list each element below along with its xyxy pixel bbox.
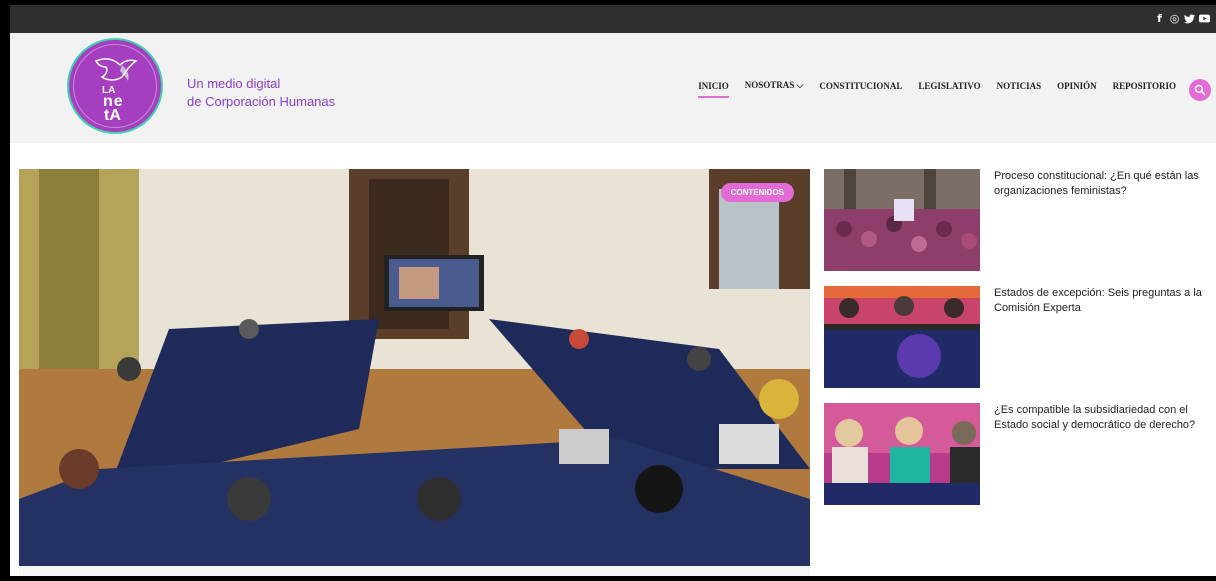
- top-bar: f ◎: [10, 5, 1216, 33]
- side-article-title[interactable]: Proceso constitucional: ¿En qué están la…: [994, 169, 1214, 199]
- site-logo[interactable]: LA ne tA: [67, 38, 163, 134]
- side-article[interactable]: Proceso constitucional: ¿En qué están la…: [824, 169, 1216, 271]
- search-button[interactable]: [1189, 79, 1211, 101]
- nav-item-constitucional[interactable]: CONSTITUCIONAL: [819, 81, 902, 91]
- tagline-line-1: Un medio digital: [187, 76, 281, 91]
- search-icon: [1194, 84, 1206, 96]
- facebook-icon[interactable]: f: [1154, 12, 1165, 25]
- side-article-title[interactable]: ¿Es compatible la subsidiariedad con el …: [994, 403, 1214, 433]
- side-article[interactable]: ¿Es compatible la subsidiariedad con el …: [824, 403, 1216, 505]
- site-header: LA ne tA Un medio digital de Corporación…: [10, 33, 1216, 143]
- side-article-thumbnail[interactable]: [824, 286, 980, 388]
- nav-item-opinion[interactable]: OPINIÓN: [1057, 81, 1097, 91]
- side-article[interactable]: Estados de excepción: Seis preguntas a l…: [824, 286, 1216, 388]
- main-nav: INICIO NOSOTRAS ⌵ CONSTITUCIONAL LEGISLA…: [682, 80, 1176, 98]
- logo-text-ta: tA: [104, 107, 121, 124]
- bird-icon: [94, 58, 138, 81]
- thumbnail-image: [824, 286, 980, 388]
- content-footer-strip: [19, 566, 810, 576]
- featured-article-image[interactable]: CONTENIDOS: [19, 169, 810, 566]
- tagline-line-2: de Corporación Humanas: [187, 94, 336, 109]
- social-links: f ◎: [1154, 12, 1210, 25]
- nav-item-repositorio[interactable]: REPOSITORIO: [1113, 81, 1176, 91]
- nav-item-nosotras[interactable]: NOSOTRAS ⌵: [745, 80, 804, 91]
- side-article-thumbnail[interactable]: [824, 169, 980, 271]
- browser-page: f ◎ LA ne tA Un medio digital de Corpora…: [10, 5, 1216, 576]
- thumbnail-image: [824, 403, 980, 505]
- side-article-thumbnail[interactable]: [824, 403, 980, 505]
- nav-item-noticias[interactable]: NOTICIAS: [997, 81, 1042, 91]
- instagram-icon[interactable]: ◎: [1169, 12, 1180, 25]
- side-article-title[interactable]: Estados de excepción: Seis preguntas a l…: [994, 286, 1214, 316]
- twitter-icon[interactable]: [1184, 12, 1195, 25]
- nav-item-inicio[interactable]: INICIO: [698, 81, 729, 98]
- logo-inner-ring: LA ne tA: [73, 44, 157, 128]
- site-tagline: Un medio digital de Corporación Humanas: [187, 75, 335, 111]
- category-badge[interactable]: CONTENIDOS: [720, 183, 794, 202]
- meeting-room-photo: [19, 169, 810, 566]
- nav-item-legislativo[interactable]: LEGISLATIVO: [918, 81, 980, 91]
- thumbnail-image: [824, 169, 980, 271]
- youtube-icon[interactable]: [1199, 12, 1210, 25]
